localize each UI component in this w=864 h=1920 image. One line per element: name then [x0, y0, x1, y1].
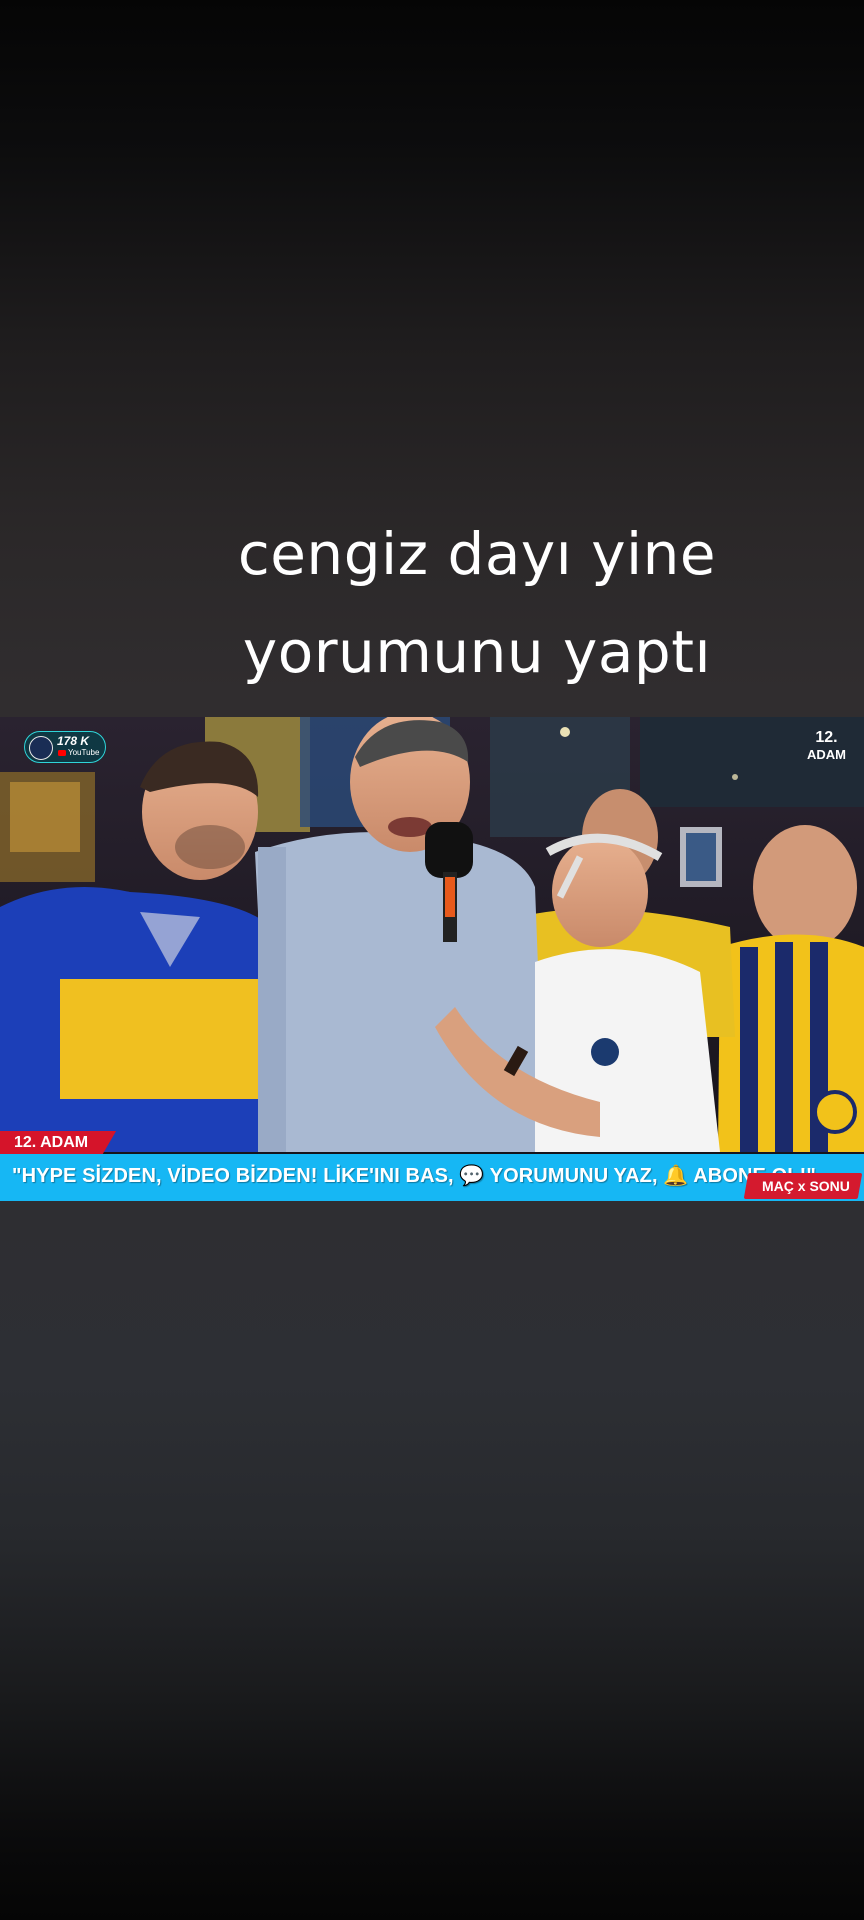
channel-logo-icon: [29, 736, 53, 760]
ticker-text: "HYPE SİZDEN, VİDEO BİZDEN! LİKE'INI BAS…: [12, 1165, 816, 1187]
interview-scene: [0, 717, 864, 1201]
watermark-line-2: ADAM: [807, 747, 846, 762]
watermark-line-1: 12.: [815, 729, 838, 746]
news-ticker: "HYPE SİZDEN, VİDEO BİZDEN! LİKE'INI BAS…: [0, 1154, 864, 1201]
caption-line-1: cengiz dayı yine: [237, 520, 717, 588]
platform-label: YouTube: [58, 748, 99, 757]
video-frame[interactable]: 178 K YouTube 12. ADAM 12. ADAM "HYPE Sİ…: [0, 717, 864, 1201]
channel-subscriber-badge: 178 K YouTube: [24, 731, 106, 763]
youtube-play-icon: [58, 749, 66, 756]
caption-line-2: yorumunu yaptı: [242, 618, 712, 686]
channel-watermark: 12. ADAM: [807, 729, 846, 763]
subscriber-count: 178 K: [57, 734, 90, 748]
brand-tag: 12. ADAM: [0, 1131, 117, 1155]
video-caption: cengiz dayı yine yorumunu yaptı: [0, 505, 864, 701]
mac-sonu-tag: MAÇ x SONU: [743, 1173, 863, 1199]
